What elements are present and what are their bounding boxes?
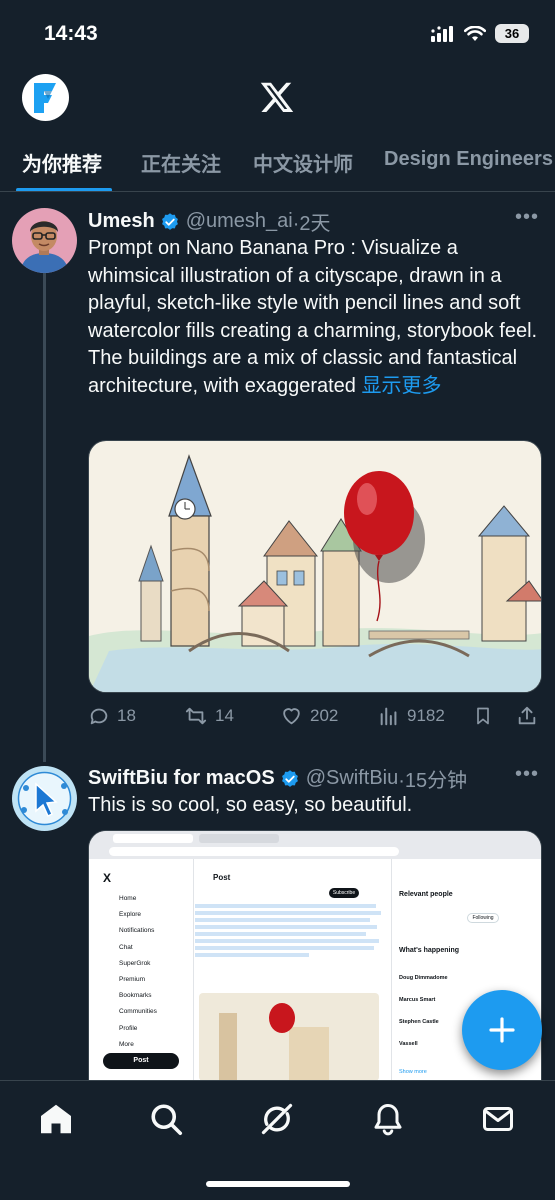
timeline-tabs: 为你推荐 正在关注 中文设计师 Design Engineers bbox=[0, 140, 555, 192]
author-name[interactable]: Umesh bbox=[88, 210, 155, 233]
embedded-trend: Stephen Castle bbox=[399, 1019, 439, 1025]
compose-button[interactable] bbox=[462, 990, 542, 1070]
author-name[interactable]: SwiftBiu for macOS bbox=[88, 767, 275, 790]
avatar[interactable] bbox=[12, 766, 77, 831]
home-icon[interactable] bbox=[38, 1101, 74, 1137]
embedded-following-button: Following bbox=[467, 913, 499, 923]
embedded-nav-item: Chat bbox=[119, 943, 133, 951]
swiftbiu-avatar-image bbox=[12, 766, 77, 831]
author-handle[interactable]: @umesh_ai bbox=[186, 210, 293, 233]
embedded-nav-item: More bbox=[119, 1040, 134, 1048]
tweet-body: This is so cool, so easy, so beautiful. bbox=[88, 794, 413, 816]
embedded-relevant-people: Relevant people bbox=[399, 891, 453, 898]
views-icon bbox=[380, 707, 397, 726]
share-icon bbox=[518, 706, 536, 725]
tweet-time: ·15分钟 bbox=[398, 770, 468, 792]
retweet-count: 14 bbox=[215, 706, 234, 725]
tweet-actions: 18 14 202 9182 bbox=[88, 705, 543, 731]
tab-for-you[interactable]: 为你推荐 bbox=[22, 148, 102, 177]
views-count: 9182 bbox=[407, 706, 445, 725]
tweet-time: ·2天 bbox=[292, 213, 331, 235]
embedded-sidebar: Home Explore Notifications Chat SuperGro… bbox=[119, 891, 199, 1053]
app-logo-icon bbox=[33, 82, 56, 113]
embedded-trend: Doug Dimmadome bbox=[399, 975, 448, 981]
verified-badge-icon bbox=[161, 212, 178, 230]
active-tab-indicator bbox=[16, 188, 112, 191]
cellular-signal-icon bbox=[431, 25, 453, 42]
embedded-nav-item: Premium bbox=[119, 976, 146, 984]
tweet-media-image[interactable] bbox=[88, 440, 542, 693]
embedded-nav-item: Communities bbox=[119, 1008, 157, 1016]
more-options-icon[interactable]: ••• bbox=[515, 763, 539, 786]
tweet-header: SwiftBiu for macOS @SwiftBiu ·15分钟 bbox=[88, 764, 467, 793]
share-button[interactable] bbox=[516, 705, 538, 727]
heart-icon bbox=[283, 708, 300, 725]
retweet-button[interactable]: 14 bbox=[184, 705, 234, 727]
verified-badge-icon bbox=[281, 769, 298, 787]
embedded-post-text-block bbox=[195, 901, 385, 991]
status-time: 14:43 bbox=[44, 22, 98, 45]
more-options-icon[interactable]: ••• bbox=[515, 206, 539, 229]
embedded-trend: Marcus Smart bbox=[399, 997, 436, 1003]
bookmark-icon bbox=[477, 707, 489, 725]
embedded-trends: Doug Dimmadome Marcus Smart Stephen Cast… bbox=[399, 967, 448, 1055]
x-logo-icon bbox=[260, 82, 294, 112]
embedded-browser-bar bbox=[89, 831, 541, 859]
reply-button[interactable]: 18 bbox=[88, 705, 136, 727]
notifications-bell-icon[interactable] bbox=[370, 1101, 406, 1137]
embedded-subscribe-button: Subscribe bbox=[329, 888, 359, 898]
embedded-nav-item: Explore bbox=[119, 911, 142, 919]
thread-connector-line bbox=[43, 272, 46, 762]
user-avatar-image bbox=[12, 208, 77, 273]
tab-chinese-designers[interactable]: 中文设计师 bbox=[253, 148, 353, 177]
tweet-header: Umesh @umesh_ai ·2天 bbox=[88, 207, 331, 236]
home-indicator bbox=[206, 1181, 350, 1187]
tweet-body: Prompt on Nano Banana Pro : Visualize a … bbox=[88, 237, 538, 397]
show-more-link[interactable]: 显示更多 bbox=[362, 375, 442, 397]
embedded-whats-happening: What's happening bbox=[399, 947, 459, 954]
embedded-nav-item: Profile bbox=[119, 1024, 138, 1032]
like-count: 202 bbox=[310, 706, 339, 725]
like-button[interactable]: 202 bbox=[280, 705, 338, 727]
embedded-post-header: Post bbox=[213, 873, 231, 882]
grok-icon[interactable] bbox=[259, 1101, 295, 1137]
embedded-post-button: Post bbox=[103, 1053, 179, 1069]
views-button[interactable]: 9182 bbox=[378, 705, 445, 727]
messages-envelope-icon[interactable] bbox=[480, 1101, 516, 1137]
bookmark-button[interactable] bbox=[473, 705, 493, 727]
status-bar: 14:43 36 bbox=[0, 0, 555, 64]
embedded-nav-item: Home bbox=[119, 895, 137, 902]
avatar[interactable] bbox=[12, 208, 77, 273]
author-handle[interactable]: @SwiftBiu bbox=[306, 767, 399, 790]
search-icon[interactable] bbox=[148, 1101, 184, 1137]
embedded-trend: Vassell bbox=[399, 1041, 418, 1047]
status-icons: 36 bbox=[431, 24, 529, 43]
tweet-text: Prompt on Nano Banana Pro : Visualize a … bbox=[88, 235, 543, 400]
embedded-x-logo: X bbox=[103, 871, 112, 885]
embedded-show-more: Show more bbox=[399, 1069, 427, 1075]
retweet-icon bbox=[185, 707, 207, 725]
tab-following[interactable]: 正在关注 bbox=[141, 148, 221, 177]
embedded-post-image bbox=[199, 993, 379, 1080]
reply-count: 18 bbox=[117, 706, 136, 725]
plus-icon bbox=[489, 1017, 515, 1043]
tab-design-engineers[interactable]: Design Engineers bbox=[384, 148, 553, 171]
embedded-nav-item: Bookmarks bbox=[119, 992, 152, 1000]
embedded-nav-item: SuperGrok bbox=[119, 959, 151, 967]
embedded-nav-item: Notifications bbox=[119, 927, 155, 935]
profile-avatar-button[interactable] bbox=[22, 74, 69, 121]
cityscape-illustration bbox=[89, 441, 541, 692]
wifi-icon bbox=[464, 25, 486, 41]
reply-icon bbox=[90, 708, 108, 725]
battery-indicator: 36 bbox=[495, 24, 529, 43]
